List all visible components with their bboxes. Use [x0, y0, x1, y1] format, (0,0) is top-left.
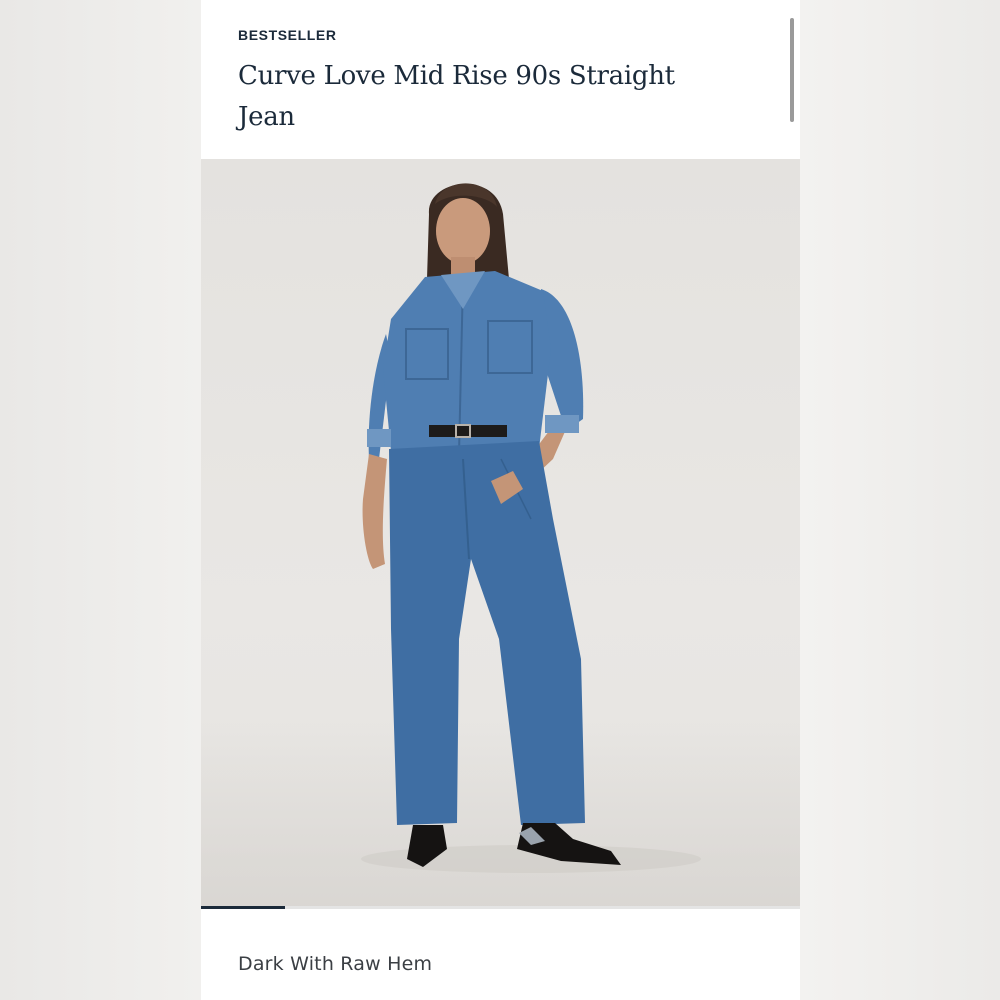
- product-page: BESTSELLER Curve Love Mid Rise 90s Strai…: [201, 0, 800, 1000]
- background-left: [0, 0, 201, 1000]
- wash-label: Dark With Raw Hem: [238, 953, 433, 975]
- product-image[interactable]: [201, 159, 800, 908]
- background-right: [800, 0, 1000, 1000]
- variant-section: Dark With Raw Hem: [201, 909, 800, 1000]
- scrollbar[interactable]: [790, 18, 794, 122]
- model-figure: [361, 183, 701, 873]
- bestseller-badge: BESTSELLER: [238, 27, 337, 43]
- product-header: BESTSELLER Curve Love Mid Rise 90s Strai…: [201, 0, 800, 159]
- product-title: Curve Love Mid Rise 90s Straight Jean: [238, 61, 675, 132]
